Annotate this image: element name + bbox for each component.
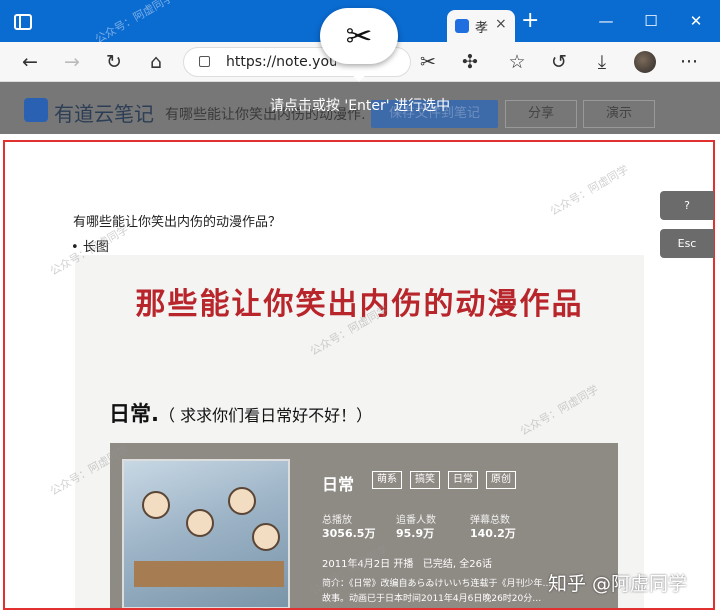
tab-actions-icon[interactable]: [14, 14, 32, 30]
selection-hint: 请点击或按 'Enter' 进行选中: [269, 98, 451, 114]
subtitle-note: （ 求求你们看日常好不好！）: [158, 406, 373, 425]
help-button[interactable]: ?: [660, 191, 714, 220]
active-tab[interactable]: 孝 ×: [447, 10, 515, 42]
tab-close-icon[interactable]: ×: [495, 16, 507, 32]
close-window-button[interactable]: ✕: [686, 12, 706, 30]
stat-label: 总播放: [322, 515, 352, 526]
desk-shape: [134, 561, 284, 587]
genre-tag: 搞笑: [410, 471, 440, 489]
selection-region[interactable]: 有哪些能让你笑出内伤的动漫作品？ • 长图 那些能让你笑出内伤的动漫作品 日常.…: [3, 140, 715, 610]
anime-name: 日常: [322, 475, 355, 494]
lock-icon: [199, 56, 210, 67]
stat-label: 追番人数: [396, 515, 436, 526]
subtitle-main: 日常.: [109, 402, 159, 426]
minimize-button[interactable]: —: [596, 12, 616, 30]
character-figure: [142, 491, 170, 519]
downloads-icon[interactable]: ⤓: [590, 50, 614, 74]
anime-cover-art: [122, 459, 290, 608]
maximize-button[interactable]: ☐: [641, 12, 661, 30]
new-tab-button[interactable]: +: [521, 10, 539, 32]
watermark-text: 公众号：阿虚同学: [547, 162, 631, 219]
image-subtitle: 日常.（ 求求你们看日常好不好！）: [109, 398, 372, 428]
stat-value: 140.2万: [470, 527, 516, 540]
question-title: 有哪些能让你笑出内伤的动漫作品？: [73, 215, 282, 230]
zhihu-watermark: 知乎 @阿虚同学: [548, 573, 688, 595]
more-menu-icon[interactable]: ···: [677, 50, 701, 74]
tab-title: 孝: [475, 21, 489, 36]
reload-icon[interactable]: ↻: [102, 50, 126, 74]
forward-icon[interactable]: →: [60, 50, 84, 74]
scissor-icon[interactable]: ✂: [320, 8, 398, 64]
stat-value: 95.9万: [396, 527, 435, 540]
stat-value: 3056.5万: [322, 527, 376, 540]
history-icon[interactable]: ↺: [547, 50, 571, 74]
home-icon[interactable]: ⌂: [144, 50, 168, 74]
genre-tag: 日常: [448, 471, 478, 489]
watermark-text: 公众号：阿虚同学: [92, 0, 176, 47]
youdao-favicon-icon: [455, 19, 469, 33]
url-text[interactable]: https://note.youdao...: [226, 54, 336, 70]
genre-tag: 萌系: [372, 471, 402, 489]
air-status: 已完结, 全26话: [422, 559, 492, 570]
profile-avatar[interactable]: [634, 51, 656, 73]
screenshot-tool-icon[interactable]: ✂: [416, 50, 440, 74]
favorites-icon[interactable]: ☆: [505, 50, 529, 74]
character-figure: [252, 523, 280, 551]
character-figure: [228, 487, 256, 515]
esc-button[interactable]: Esc: [660, 229, 714, 258]
genre-tag: 原创: [486, 471, 516, 489]
back-icon[interactable]: ←: [18, 50, 42, 74]
stat-label: 弹幕总数: [470, 515, 510, 526]
character-figure: [186, 509, 214, 537]
extensions-icon[interactable]: ✣: [458, 50, 482, 74]
anime-info-card: 日常 萌系 搞笑 日常 原创 总播放 3056.5万 追番人数 95.9万 弹幕…: [110, 443, 618, 608]
